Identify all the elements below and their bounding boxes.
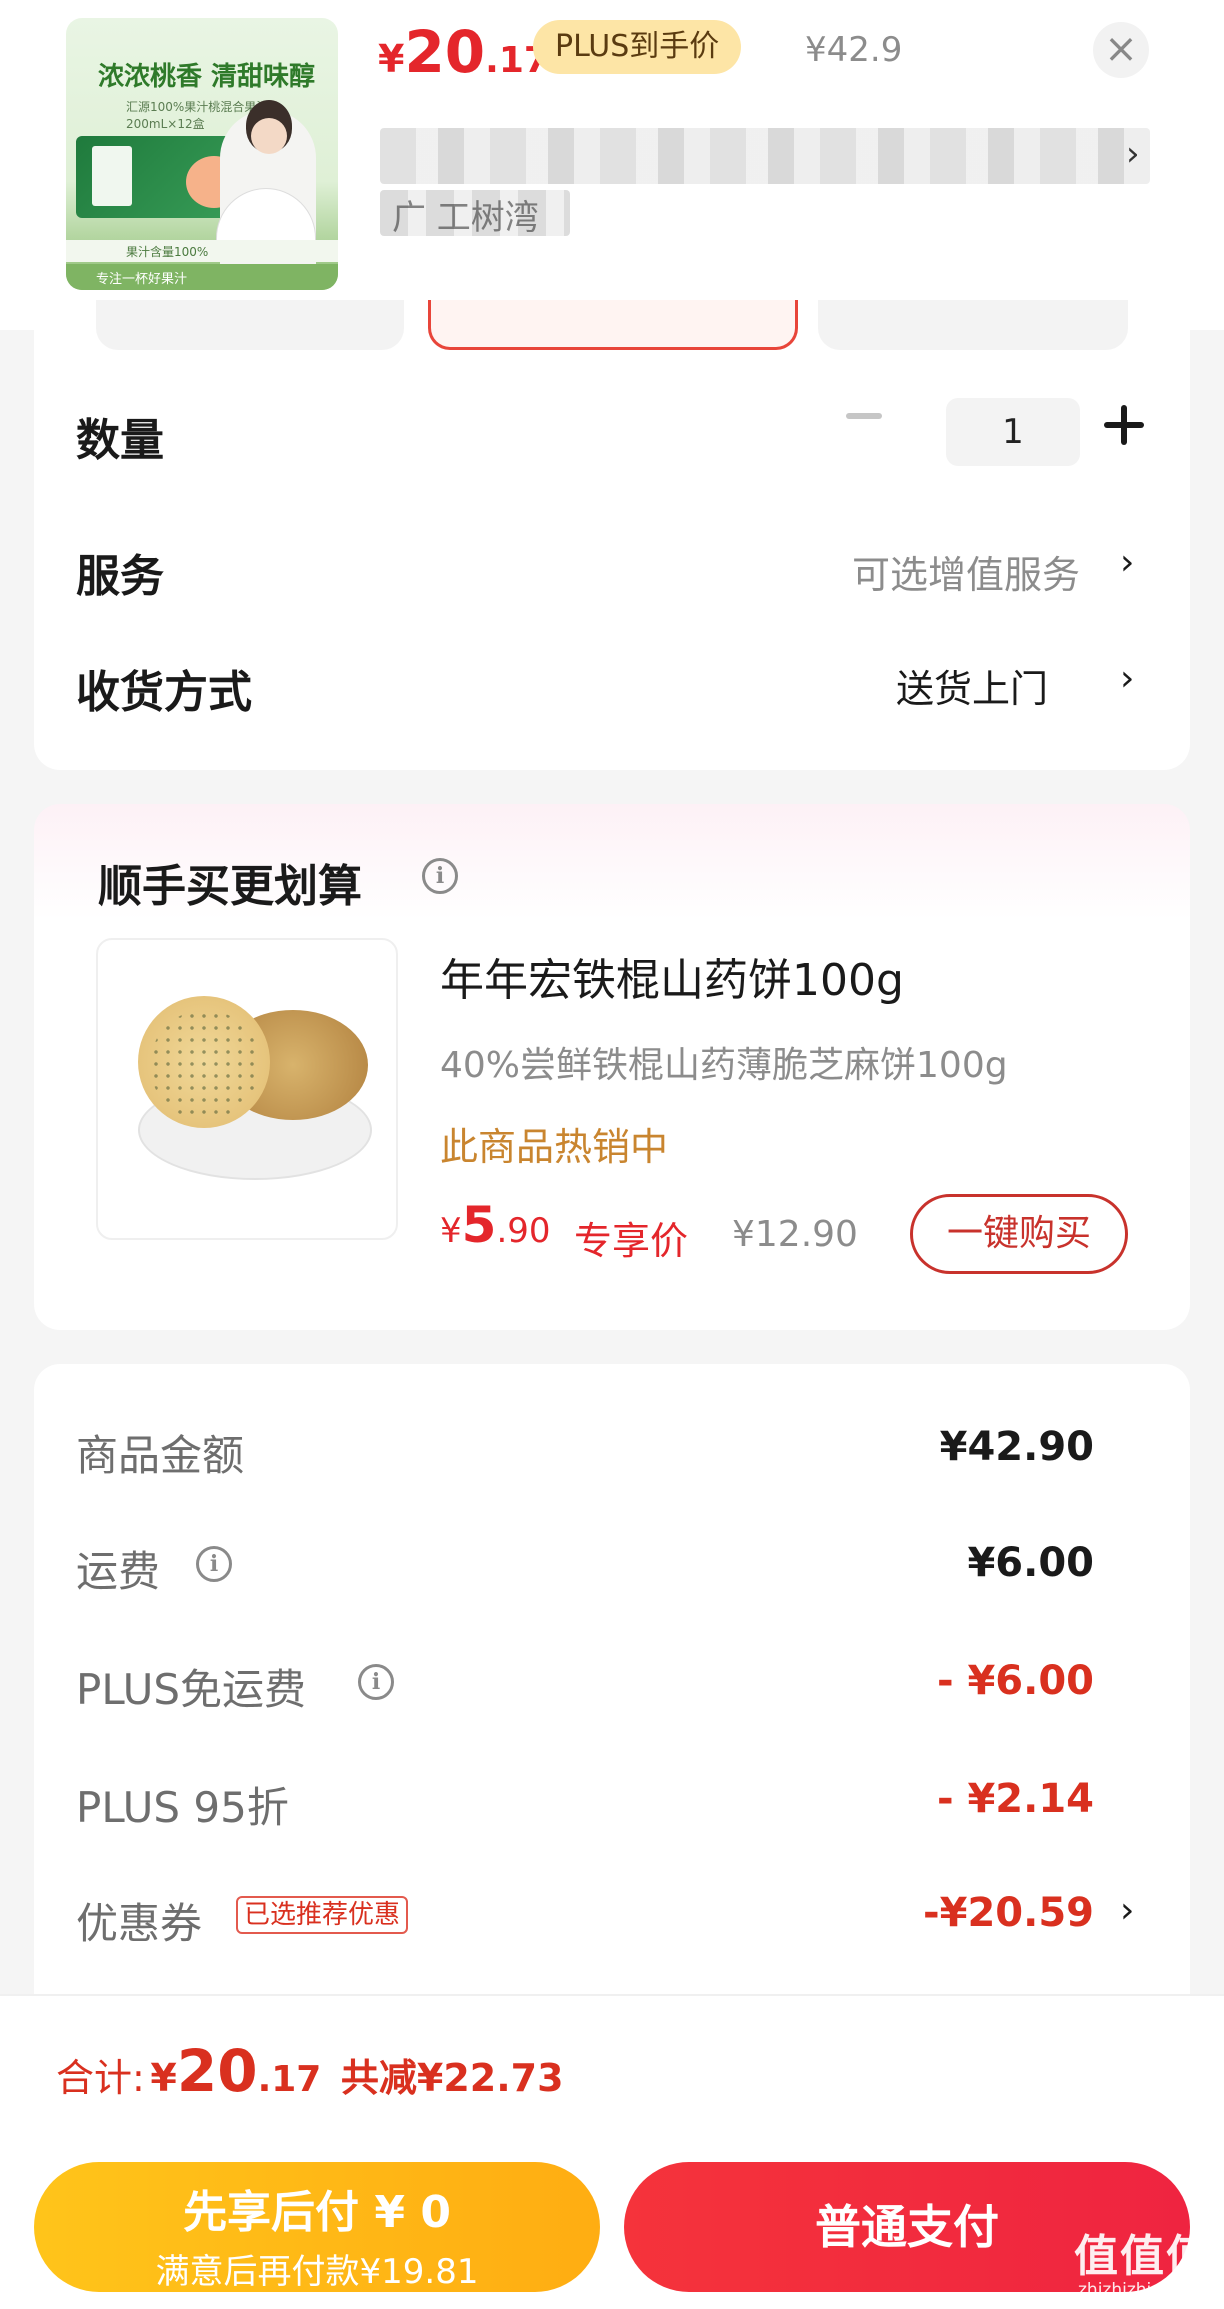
delivery-value[interactable]: 送货上门 (896, 658, 1048, 713)
addon-product-image[interactable] (96, 938, 398, 1240)
service-label: 服务 (76, 551, 164, 602)
total-currency: ¥ (150, 2056, 177, 2100)
total-decimal: .17 (257, 2059, 322, 2100)
service-chevron-icon[interactable]: › (1120, 542, 1134, 583)
addon-price-decimal: .90 (496, 1211, 551, 1251)
addon-original-price: ¥12.90 (732, 1214, 858, 1255)
original-price: ¥42.9 (805, 30, 903, 70)
close-button[interactable]: × (1093, 22, 1149, 78)
service-value[interactable]: 可选增值服务 (852, 544, 1080, 599)
pay-later-button[interactable]: 先享后付 ¥ 0 满意后再付款¥19.81 (34, 2162, 600, 2292)
quantity-input[interactable]: 1 (946, 398, 1080, 466)
watermark-domain: zhizhizhi.com (1078, 2280, 1193, 2300)
addon-exclusive-label: 专享价 (574, 1219, 689, 1263)
plus-price: ¥20.17 (378, 18, 549, 86)
goods-amount-label: 商品金额 (76, 1431, 245, 1480)
address-chevron-icon[interactable]: › (1126, 134, 1140, 174)
addon-hot-label: 此商品热销中 (440, 1125, 669, 1169)
spec-option[interactable] (96, 300, 404, 350)
addon-title: 顺手买更划算 (98, 861, 362, 912)
quantity-label: 数量 (76, 415, 164, 466)
one-click-buy-button[interactable]: 一键购买 (910, 1194, 1128, 1274)
delivery-label: 收货方式 (76, 667, 252, 718)
plus-discount-label: PLUS 95折 (76, 1783, 289, 1832)
shipping-value: ¥6.00 (967, 1540, 1094, 1586)
plus-free-shipping-value: - ¥6.00 (936, 1658, 1094, 1704)
plus-discount-value: - ¥2.14 (936, 1776, 1094, 1822)
total-saved: 共减¥22.73 (340, 2056, 564, 2100)
goods-amount-value: ¥42.90 (939, 1424, 1094, 1470)
addon-product-desc: 40%尝鲜铁棍山药薄脆芝麻饼100g (440, 1045, 1008, 1086)
coupon-chevron-icon[interactable]: › (1120, 1890, 1134, 1931)
total-integer: 20 (176, 2037, 258, 2105)
addon-info-icon[interactable]: i (422, 858, 458, 894)
quantity-decrease-button[interactable] (846, 413, 882, 419)
product-thumbnail: 浓浓桃香 清甜味醇 汇源100%果汁桃混合果汁 200mL×12盒 果汁含量10… (66, 18, 338, 290)
plus-free-shipping-label: PLUS免运费 (76, 1665, 307, 1714)
order-total: 合计: ¥20.17 共减¥22.73 (56, 2037, 564, 2105)
thumbnail-strip1-text: 果汁含量100% (126, 245, 209, 259)
coupon-label: 优惠券 (76, 1899, 203, 1948)
coupon-recommended-tag: 已选推荐优惠 (236, 1896, 409, 1934)
addon-price-currency: ¥ (440, 1211, 462, 1251)
quantity-increase-button[interactable] (1104, 405, 1144, 445)
address-blurred[interactable] (380, 128, 1150, 184)
spec-option-selected[interactable] (428, 300, 798, 350)
address-partial-text: 广 工树湾 (392, 198, 539, 238)
spec-option[interactable] (818, 300, 1128, 350)
addon-price: ¥5.90 (440, 1196, 551, 1254)
plus-price-badge: PLUS到手价 (533, 20, 742, 74)
addon-price-integer: 5 (461, 1196, 497, 1254)
shipping-info-icon[interactable]: i (196, 1546, 232, 1582)
delivery-chevron-icon[interactable]: › (1120, 658, 1134, 699)
price-currency: ¥ (378, 37, 405, 81)
coupon-value[interactable]: -¥20.59 (923, 1890, 1094, 1936)
watermark-logo: 值值值 (1074, 2231, 1212, 2282)
addon-product-name[interactable]: 年年宏铁棍山药饼100g (440, 944, 904, 1008)
plus-free-shipping-info-icon[interactable]: i (358, 1664, 394, 1700)
pay-later-subtitle: 满意后再付款¥19.81 (155, 2252, 479, 2292)
pay-later-title: 先享后付 ¥ 0 (183, 2187, 451, 2238)
total-label: 合计: (56, 2056, 145, 2100)
thumbnail-strip2-text: 专注一杯好果汁 (96, 272, 188, 287)
shipping-label: 运费 (76, 1547, 161, 1596)
price-integer: 20 (404, 18, 486, 86)
thumbnail-headline: 浓浓桃香 清甜味醇 (98, 62, 316, 92)
